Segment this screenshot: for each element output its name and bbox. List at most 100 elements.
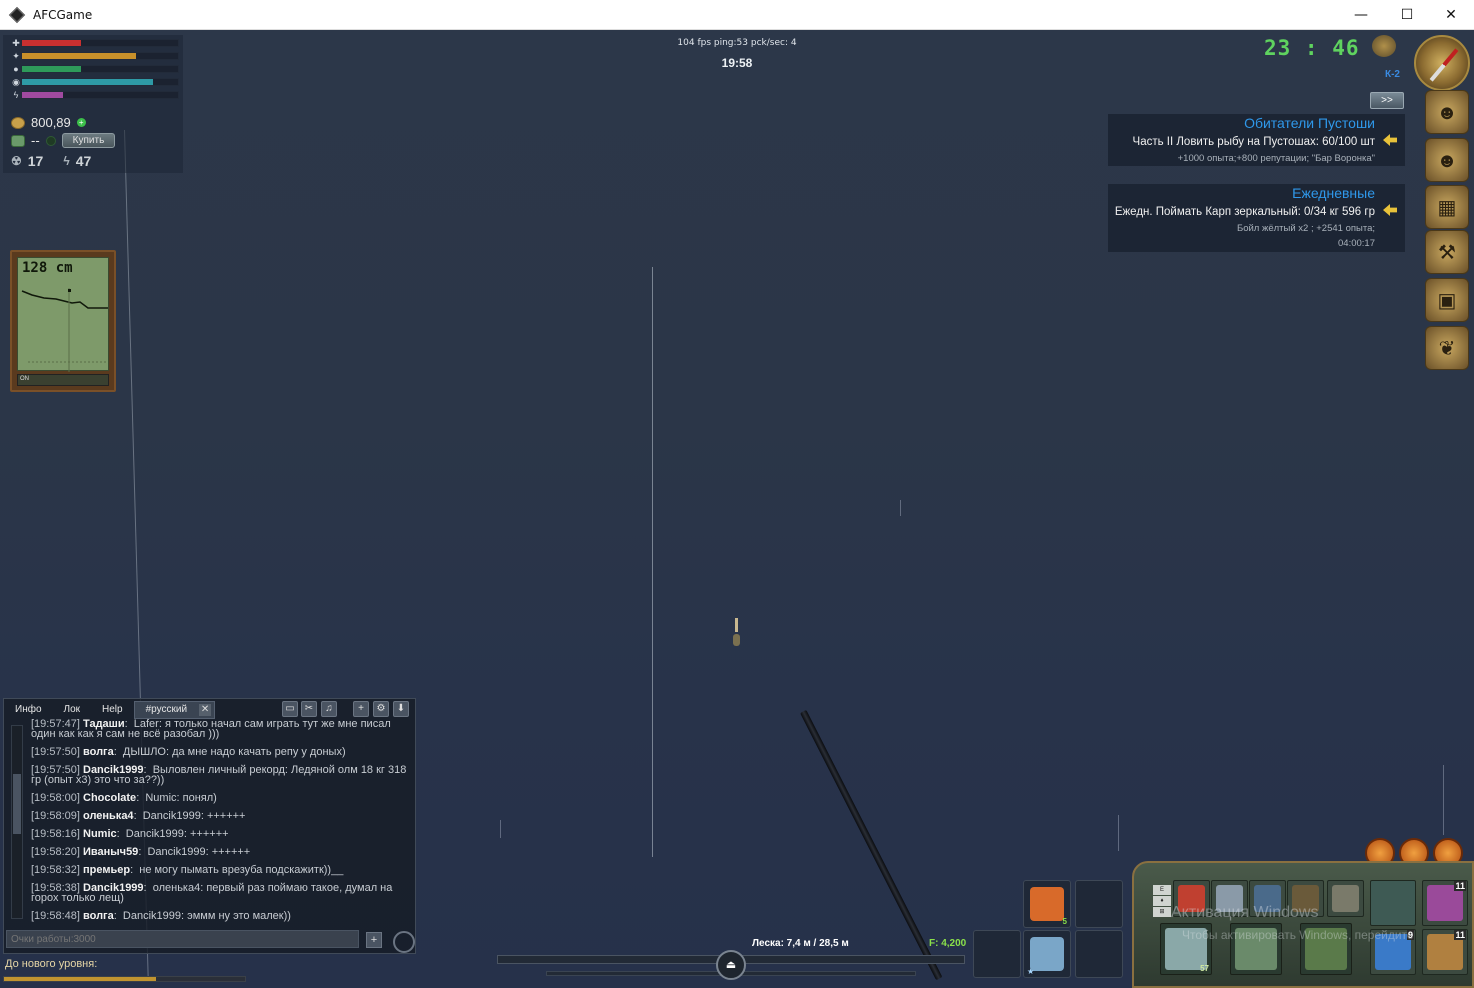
- quick-slot[interactable]: ★: [1023, 930, 1071, 978]
- chat-message: [19:58:48] волга: Dancik1999: эммм ну эт…: [31, 910, 291, 922]
- sonar-power-toggle[interactable]: ON: [20, 376, 29, 382]
- energy-icon: ϟ: [13, 90, 19, 100]
- slot-badge: 11: [1454, 930, 1466, 940]
- medkit-icon: [1030, 887, 1064, 921]
- level-progress-label: До нового уровня:: [5, 958, 98, 970]
- quick-slot-empty[interactable]: [1075, 930, 1123, 978]
- equipment-tab[interactable]: ⊞: [1153, 907, 1171, 917]
- level-progress-fill: [4, 977, 156, 981]
- quest-card[interactable]: Ежедневные Ежедн. Поймать Карп зеркальны…: [1108, 184, 1405, 252]
- tab-russian[interactable]: #русский ✕: [133, 701, 216, 719]
- fatigue-fill: [22, 79, 154, 85]
- chat-message: [19:58:00] Chocolate: Numic: понял): [31, 792, 217, 804]
- fish-trophy-icon[interactable]: ❦: [1425, 326, 1469, 370]
- minimize-button[interactable]: —: [1338, 0, 1384, 30]
- chat-download-icon[interactable]: ⬇: [393, 701, 409, 717]
- close-tab-icon[interactable]: ✕: [199, 704, 212, 716]
- quest-task: Часть II Ловить рыбу на Пустошах: 60/100…: [1132, 136, 1375, 148]
- float-marker: [68, 289, 71, 292]
- equipment-tab[interactable]: ♦: [1153, 896, 1171, 906]
- quest-pointer-icon[interactable]: [1383, 204, 1397, 216]
- chat-input[interactable]: [6, 930, 359, 948]
- quick-slot[interactable]: 5: [1023, 880, 1071, 928]
- chat-screen-icon[interactable]: ▭: [282, 701, 298, 717]
- radiation-icon: ☢: [11, 154, 22, 168]
- fishing-line: [652, 267, 653, 857]
- app-logo-icon: [8, 6, 26, 23]
- quest-task: Ежедн. Поймать Карп зеркальный: 0/34 кг …: [1114, 206, 1375, 218]
- gold-icon: [11, 134, 25, 147]
- chat-scrollbar[interactable]: [11, 725, 23, 919]
- rain-drop: [1443, 765, 1444, 835]
- maximize-button[interactable]: ☐: [1384, 0, 1430, 30]
- energy-bar: ϟ: [11, 90, 179, 100]
- reel-eject-button[interactable]: ⏏: [716, 950, 746, 980]
- windows-activation-watermark: Активация Windows: [1171, 904, 1319, 921]
- lightning-icon: ϟ: [63, 154, 70, 168]
- level-progress-bar: [3, 976, 246, 982]
- quest-title: Обитатели Пустоши: [1244, 115, 1375, 131]
- chat-scroll-thumb[interactable]: [13, 774, 21, 834]
- echo-sounder[interactable]: 128 cm ON: [10, 250, 116, 392]
- chat-resize-handle[interactable]: [393, 931, 415, 953]
- rain-drop: [1118, 815, 1119, 851]
- tab-help[interactable]: Help: [91, 701, 134, 719]
- water-bottle-icon: [1030, 937, 1064, 971]
- chat-cut-icon[interactable]: ✂: [301, 701, 317, 717]
- chat-message: [19:58:32] премьер: не могу пымать врезу…: [31, 864, 344, 876]
- auction-icon[interactable]: ⚒: [1425, 230, 1469, 274]
- tab-info[interactable]: Инфо: [4, 701, 53, 719]
- chat-sound-icon[interactable]: ♫: [321, 701, 337, 717]
- chat-add-icon[interactable]: +: [353, 701, 369, 717]
- chat-settings-icon[interactable]: ⚙: [373, 701, 389, 717]
- weather-icon[interactable]: [1372, 35, 1396, 57]
- radiation-row: ☢ 17 ϟ 47: [11, 153, 91, 169]
- game-clock: 23 : 46: [1264, 36, 1360, 60]
- chat-messages: [19:57:47] Тадаши: Lafer: я только начал…: [31, 719, 413, 923]
- expand-quests-button[interactable]: >>: [1370, 92, 1404, 109]
- rod-case-slot[interactable]: 11: [1422, 929, 1468, 975]
- equipment-tab[interactable]: E: [1153, 885, 1171, 895]
- quest-timer: 04:00:17: [1338, 238, 1375, 249]
- fatigue-bar: ◉: [11, 77, 179, 87]
- gold-row: -- Купить: [11, 133, 116, 148]
- quick-slot-empty[interactable]: [973, 930, 1021, 978]
- chat-send-button[interactable]: +: [366, 932, 382, 948]
- line-length-label: Леска: 7,4 м / 28,5 м: [752, 938, 849, 949]
- quest-reward: Бойл жёлтый x2 ; +2541 опыта;: [1236, 223, 1375, 234]
- gold-value: --: [31, 133, 40, 148]
- cards-icon[interactable]: ▦: [1425, 185, 1469, 229]
- reel-slot[interactable]: 11: [1422, 880, 1468, 926]
- radiation-value: 17: [27, 153, 44, 169]
- fatigue-icon: ◉: [12, 77, 20, 87]
- quest-reward: +1000 опыта;+800 репутации; "Бар Воронка…: [1177, 153, 1375, 164]
- quest-card[interactable]: Обитатели Пустоши Часть II Ловить рыбу н…: [1108, 114, 1405, 166]
- backpack-icon[interactable]: ▣: [1425, 278, 1469, 322]
- echo-sounder-screen: 128 cm: [17, 257, 109, 372]
- buy-button[interactable]: Купить: [61, 133, 116, 148]
- rain-drop: [900, 500, 901, 516]
- slot-star-icon: ★: [1027, 967, 1035, 976]
- quick-slot-empty[interactable]: [1075, 880, 1123, 928]
- tab-local[interactable]: Лок: [53, 701, 92, 719]
- chat-message: [19:58:38] Dancik1999: оленька4: первый …: [31, 882, 393, 904]
- echo-sounder-footer: ON: [17, 374, 109, 386]
- tackle-slot-empty[interactable]: [1370, 880, 1416, 926]
- game-scene[interactable]: ✚ ✦ ● ◉ ϟ 800,89 + -- Купить ☢ 17 ϟ 47 1…: [0, 30, 1474, 988]
- add-money-icon[interactable]: +: [76, 118, 86, 127]
- compass-icon[interactable]: [1414, 35, 1470, 91]
- chat-window: Инфо Лок Help #русский ✕ ▭ ✂ ♫ + ⚙ ⬇ [19…: [3, 698, 416, 954]
- float-icon: [733, 634, 740, 646]
- clan-icon[interactable]: ☻: [1425, 138, 1469, 182]
- coins-icon: [11, 116, 25, 129]
- energy-fill: [22, 92, 63, 98]
- depth-profile-chart: [21, 288, 108, 372]
- close-button[interactable]: ✕: [1428, 0, 1474, 30]
- zone-label: К-2: [1385, 69, 1400, 80]
- slot-badge: 11: [1454, 881, 1466, 891]
- chat-message: [19:57:50] Dancik1999: Выловлен личный р…: [31, 764, 407, 786]
- server-time: 19:58: [721, 56, 753, 70]
- quest-pointer-icon[interactable]: [1383, 134, 1397, 146]
- character-icon[interactable]: ☻: [1425, 90, 1469, 134]
- tackle-slot[interactable]: [1327, 880, 1364, 917]
